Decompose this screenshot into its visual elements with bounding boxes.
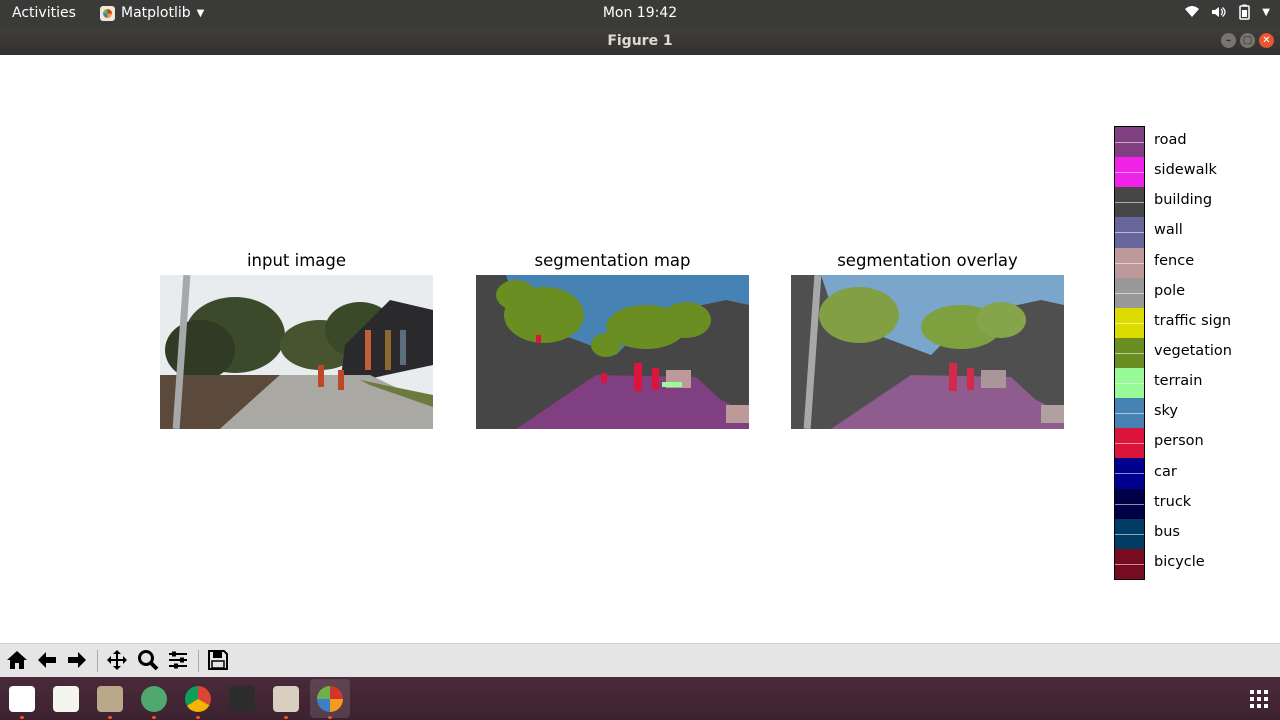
system-status-menu[interactable]: ▼: [1184, 4, 1270, 24]
legend-label-wall: wall: [1154, 222, 1183, 239]
legend-label-road: road: [1154, 132, 1187, 149]
legend-swatch-bicycle: [1115, 548, 1144, 579]
zoom-icon: [138, 650, 159, 671]
battery-icon: [1236, 4, 1252, 24]
app-menu-label: Matplotlib: [121, 5, 191, 21]
dock: [0, 677, 1280, 720]
image-viewer-icon[interactable]: [273, 686, 299, 712]
legend-label-sidewalk: sidewalk: [1154, 162, 1217, 179]
running-indicator: [284, 716, 288, 719]
zoom-button[interactable]: [136, 649, 160, 673]
matplotlib-toolbar: [0, 643, 1280, 678]
legend-label-fence: fence: [1154, 252, 1195, 269]
legend-label-person: person: [1154, 433, 1204, 450]
pan-button[interactable]: [105, 649, 129, 673]
clock[interactable]: Mon 19:42: [603, 5, 677, 21]
toolbar-separator: [198, 650, 199, 672]
segmentation-overlay-image: [791, 275, 1064, 429]
segmentation-map-image: [476, 275, 749, 429]
legend-swatch-wall: [1115, 217, 1144, 248]
text-editor-icon[interactable]: [53, 686, 79, 712]
legend-swatch-road: [1115, 127, 1144, 158]
running-indicator: [196, 716, 200, 719]
home-button[interactable]: [5, 649, 29, 673]
app-menu[interactable]: Matplotlib ▼: [100, 5, 204, 21]
save-button[interactable]: [206, 649, 230, 673]
wifi-icon: [1184, 4, 1200, 24]
legend-swatch-sidewalk: [1115, 157, 1144, 188]
files-icon[interactable]: [97, 686, 123, 712]
volume-icon: [1210, 4, 1226, 24]
maximize-button[interactable]: □: [1240, 33, 1255, 48]
forward-icon: [68, 652, 86, 668]
forward-button[interactable]: [65, 649, 89, 673]
matplotlib-icon[interactable]: [317, 686, 343, 712]
activities-button[interactable]: Activities: [12, 5, 76, 21]
close-button[interactable]: ✕: [1259, 33, 1274, 48]
home-icon: [7, 651, 27, 669]
legend-swatch-fence: [1115, 247, 1144, 278]
back-button[interactable]: [35, 649, 59, 673]
legend-swatch-building: [1115, 187, 1144, 218]
legend-swatch-person: [1115, 428, 1144, 459]
legend-swatch-pole: [1115, 277, 1144, 308]
legend-swatch-traffic-sign: [1115, 307, 1144, 338]
save-icon: [208, 650, 228, 670]
back-icon: [38, 652, 56, 668]
matplotlib-icon: [100, 5, 115, 21]
running-indicator: [108, 716, 112, 719]
top-bar: Activities Matplotlib ▼ Mon 19:42 ▼: [0, 0, 1280, 27]
legend-label-terrain: terrain: [1154, 373, 1203, 390]
window-title: Figure 1: [607, 33, 673, 49]
figure-canvas[interactable]: input image segmentation map segmentatio…: [0, 55, 1280, 643]
terminal-icon[interactable]: [229, 686, 255, 712]
chrome-icon[interactable]: [185, 686, 211, 712]
running-indicator: [152, 716, 156, 719]
panel-title-segmentation-overlay: segmentation overlay: [837, 251, 1018, 270]
legend-colorbar: [1114, 126, 1145, 580]
minimize-button[interactable]: –: [1221, 33, 1236, 48]
legend-label-sky: sky: [1154, 403, 1179, 420]
legend-swatch-vegetation: [1115, 337, 1144, 368]
input-image: [160, 275, 433, 429]
legend-swatch-car: [1115, 458, 1144, 489]
legend-label-traffic-sign: traffic sign: [1154, 312, 1232, 329]
configure-subplots-icon: [169, 651, 187, 669]
panel-title-input: input image: [246, 251, 347, 270]
atom-icon[interactable]: [141, 686, 167, 712]
legend-swatch-sky: [1115, 398, 1144, 429]
legend-label-truck: truck: [1154, 493, 1192, 510]
pan-icon: [107, 650, 127, 670]
legend-swatch-truck: [1115, 488, 1144, 519]
show-applications-icon[interactable]: [1250, 690, 1268, 708]
legend-label-bus: bus: [1154, 523, 1180, 540]
legend-label-vegetation: vegetation: [1154, 343, 1232, 359]
legend-swatch-bus: [1115, 518, 1144, 549]
legend-label-bicycle: bicycle: [1154, 553, 1205, 570]
legend-label-car: car: [1154, 463, 1177, 480]
panel-title-segmentation-map: segmentation map: [534, 251, 691, 270]
configure-subplots-button[interactable]: [166, 649, 190, 673]
running-indicator: [328, 716, 332, 719]
chevron-down-icon: ▼: [196, 7, 205, 19]
toolbar-separator: [97, 650, 98, 672]
legend-label-pole: pole: [1154, 282, 1186, 299]
legend-swatch-terrain: [1115, 368, 1144, 399]
photo-app-icon[interactable]: [9, 686, 35, 712]
running-indicator: [20, 716, 24, 719]
chevron-down-icon: ▼: [1262, 7, 1270, 18]
window-title-bar[interactable]: Figure 1 – □ ✕: [0, 27, 1280, 55]
legend-label-building: building: [1154, 192, 1213, 209]
